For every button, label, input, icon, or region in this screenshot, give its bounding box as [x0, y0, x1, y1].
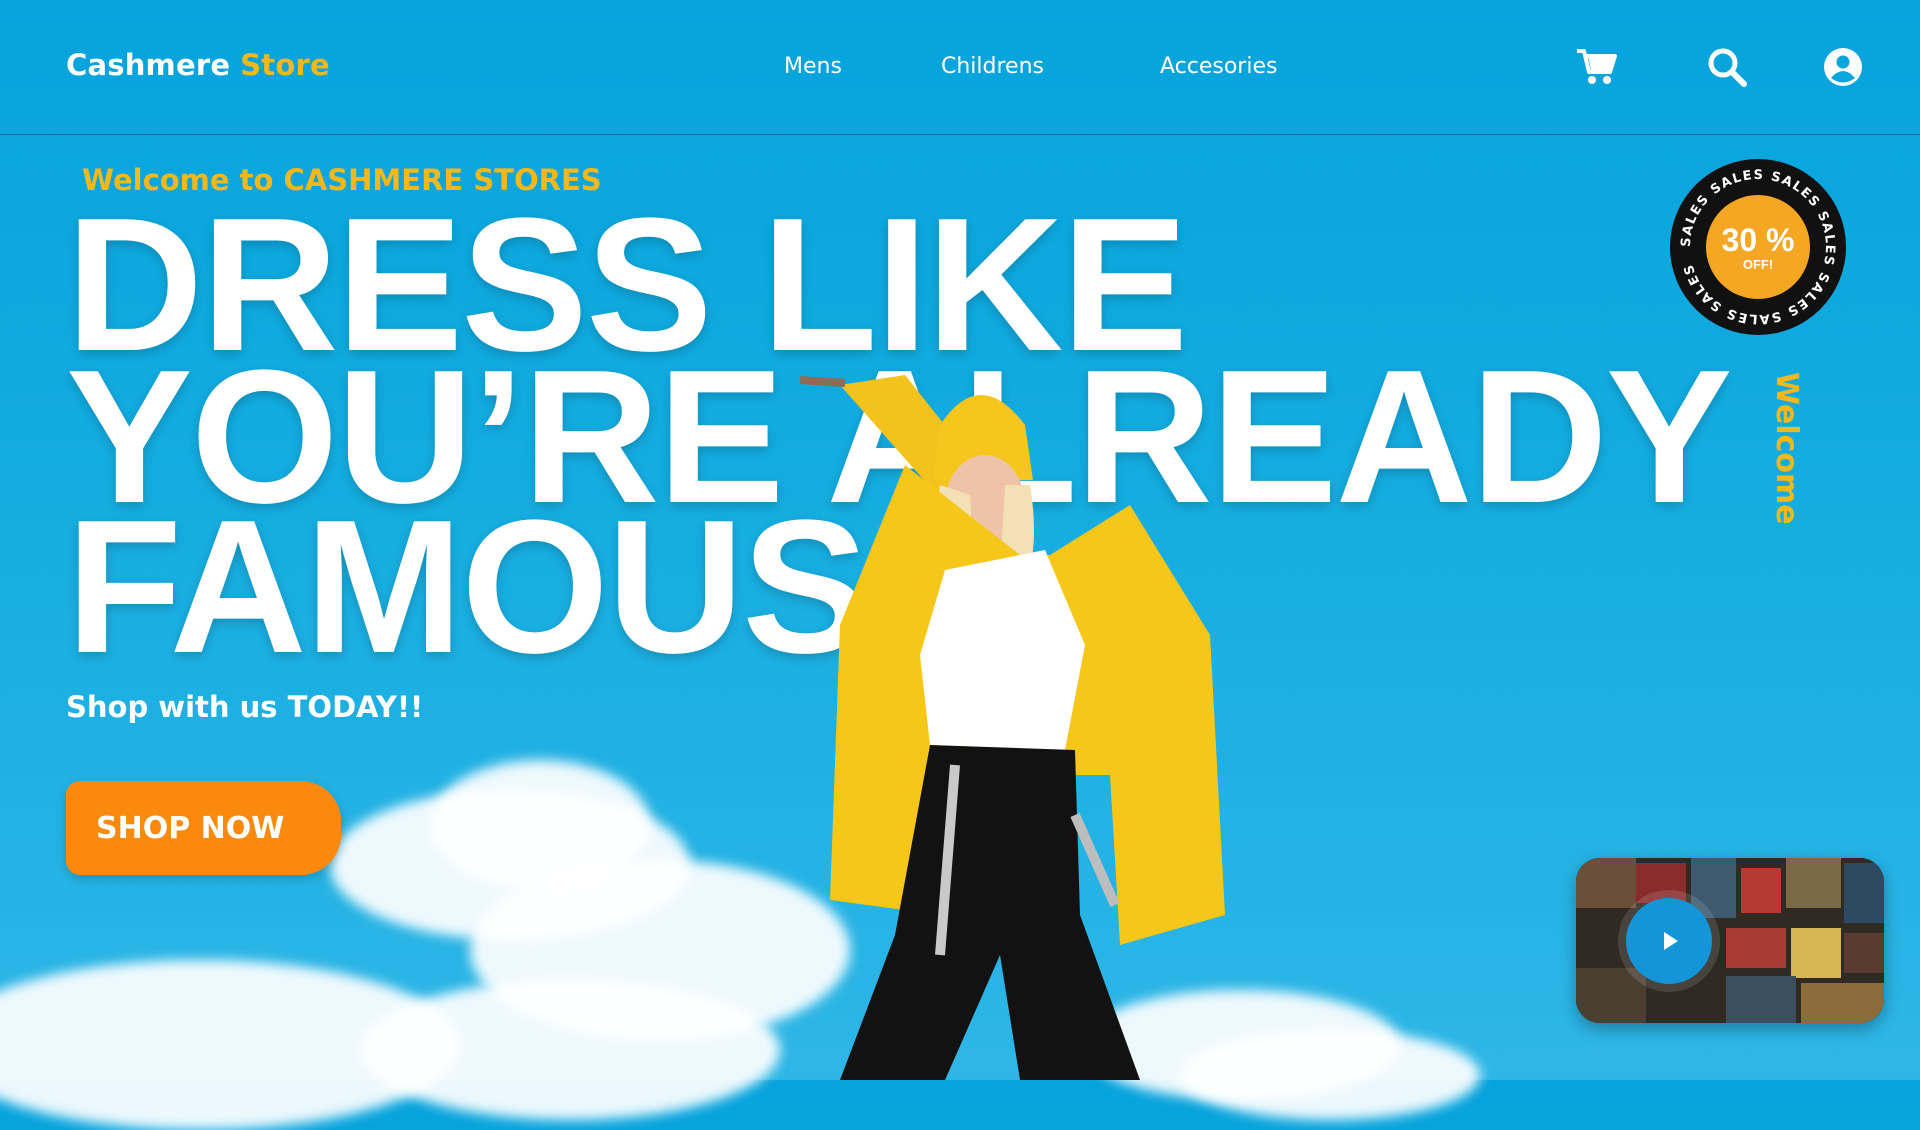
nav-link-accesories[interactable]: Accesories — [1160, 54, 1277, 79]
nav-link-mens[interactable]: Mens — [784, 54, 842, 79]
badge-label: OFF! — [1743, 257, 1773, 272]
play-icon — [1664, 932, 1678, 950]
play-button[interactable] — [1626, 898, 1712, 984]
video-thumbnail[interactable] — [1576, 858, 1884, 1023]
model-image — [799, 375, 1225, 1080]
brand-accent: Store — [240, 48, 330, 82]
user-icon[interactable] — [1820, 44, 1866, 90]
shop-now-label: SHOP NOW — [96, 811, 285, 846]
brand-name: Cashmere — [66, 48, 231, 82]
welcome-heading: Welcome to CASHMERE STORES — [82, 163, 602, 197]
search-icon[interactable] — [1704, 44, 1750, 90]
vertical-welcome-text: Welcome — [1769, 372, 1804, 525]
nav-link-childrens[interactable]: Childrens — [941, 54, 1044, 79]
badge-discount: 30 % — [1722, 222, 1795, 258]
cart-icon[interactable] — [1574, 44, 1620, 90]
brand-logo[interactable]: Cashmere Store — [66, 48, 330, 82]
sale-badge: SALES SALES SALES SALES SALES SALES SALE… — [1669, 158, 1847, 336]
shop-now-button[interactable]: SHOP NOW — [66, 781, 341, 875]
top-navbar: Cashmere Store Mens Childrens Accesories — [0, 0, 1920, 135]
tagline: Shop with us TODAY!! — [66, 690, 424, 724]
